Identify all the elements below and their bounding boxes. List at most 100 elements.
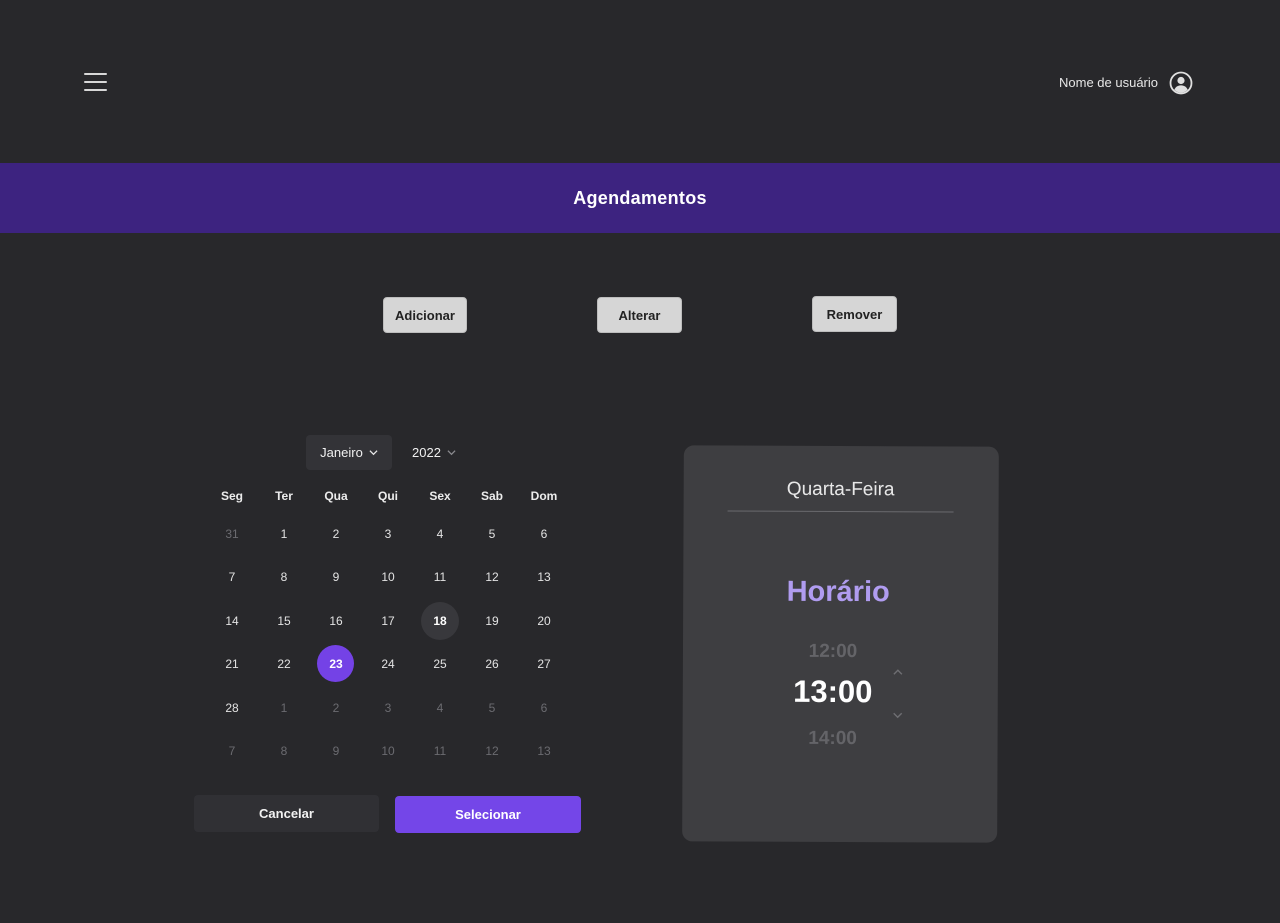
month-select[interactable]: Janeiro: [306, 435, 392, 470]
calendar-day-today[interactable]: 18: [414, 601, 466, 640]
calendar-day-number: 11: [433, 744, 447, 759]
calendar-day[interactable]: 3: [362, 515, 414, 553]
calendar-day[interactable]: 5: [466, 689, 518, 727]
calendar-day-number: 4: [436, 700, 444, 715]
next-time-option[interactable]: 14:00: [783, 728, 883, 750]
calendar-day[interactable]: 12: [466, 732, 518, 770]
select-button[interactable]: Selecionar: [395, 796, 581, 833]
calendar-day[interactable]: 28: [206, 689, 258, 727]
calendar-day-number: 17: [381, 613, 395, 628]
calendar-day[interactable]: 13: [518, 558, 570, 596]
year-select[interactable]: 2022: [404, 435, 464, 470]
calendar-day[interactable]: 16: [310, 602, 362, 640]
cancel-button[interactable]: Cancelar: [194, 795, 379, 832]
calendar-day-number: 7: [228, 570, 236, 585]
calendar-day[interactable]: 19: [466, 602, 518, 640]
calendar-day[interactable]: 27: [518, 645, 570, 683]
calendar-day[interactable]: 25: [414, 645, 466, 683]
calendar-week-row: 28 1 2 3 4 5 6: [206, 686, 570, 730]
chevron-up-icon[interactable]: [891, 667, 905, 677]
weekday-label: Seg: [220, 489, 243, 503]
user-name[interactable]: Nome de usuário: [1059, 75, 1158, 90]
calendar-day[interactable]: 5: [466, 515, 518, 553]
chevron-down-icon: [369, 450, 378, 456]
chevron-down-icon: [447, 450, 456, 456]
calendar-day[interactable]: 12: [466, 558, 518, 596]
calendar-day-number: 21: [225, 657, 239, 672]
calendar-day-number: 25: [433, 657, 447, 672]
calendar-day-number: 7: [228, 744, 236, 759]
calendar-day-number: 4: [436, 526, 444, 541]
calendar-day-number: 2: [332, 526, 340, 541]
calendar-day[interactable]: 14: [206, 602, 258, 640]
calendar-day[interactable]: 2: [310, 689, 362, 727]
weekday-label: Qua: [324, 489, 348, 503]
calendar-day[interactable]: 7: [206, 732, 258, 770]
calendar-day[interactable]: 13: [518, 732, 570, 770]
calendar-day[interactable]: 4: [414, 515, 466, 553]
weekday-label: Sab: [480, 489, 503, 503]
calendar-week-row: 14 15 16 17 18 19 20: [206, 599, 570, 643]
calendar-day-number: 13: [537, 570, 551, 585]
hamburger-menu-icon[interactable]: [84, 73, 107, 93]
calendar-day[interactable]: 10: [362, 558, 414, 596]
calendar-day-selected[interactable]: 23: [310, 645, 362, 683]
title-bar: Agendamentos: [0, 163, 1280, 233]
month-select-value: Janeiro: [320, 445, 363, 460]
calendar-day-number: 13: [537, 744, 551, 759]
calendar-day[interactable]: 3: [362, 689, 414, 727]
previous-time-option[interactable]: 12:00: [783, 641, 883, 663]
calendar-day-number: 12: [485, 744, 499, 759]
calendar-day[interactable]: 4: [414, 689, 466, 727]
calendar-day[interactable]: 6: [518, 689, 570, 727]
calendar-week-row: 31 1 2 3 4 5 6: [206, 512, 570, 556]
weekday-label: Ter: [275, 489, 293, 503]
calendar-week-row: 21 22 23 24 25 26 27: [206, 643, 570, 687]
calendar-day-number: 11: [433, 570, 447, 585]
calendar-day-number: 31: [225, 526, 239, 541]
calendar-day[interactable]: 7: [206, 558, 258, 596]
calendar-day[interactable]: 24: [362, 645, 414, 683]
calendar-day-number: 10: [381, 744, 395, 759]
calendar-day-number: 3: [384, 700, 392, 715]
calendar-day[interactable]: 1: [258, 689, 310, 727]
calendar-day[interactable]: 17: [362, 602, 414, 640]
calendar-day-number: 24: [381, 657, 395, 672]
user-circle-icon[interactable]: [1169, 71, 1193, 95]
calendar-day[interactable]: 11: [414, 558, 466, 596]
calendar-week-row: 7 8 9 10 11 12 13: [206, 730, 570, 774]
calendar-day[interactable]: 22: [258, 645, 310, 683]
edit-button[interactable]: Alterar: [597, 297, 682, 333]
calendar-day-number: 1: [280, 700, 288, 715]
calendar-day-number: 6: [540, 526, 548, 541]
remove-button[interactable]: Remover: [812, 296, 897, 332]
weekday-label: Dom: [530, 489, 558, 503]
calendar-day[interactable]: 20: [518, 602, 570, 640]
day-name: Quarta-Feira: [727, 478, 954, 513]
chevron-down-icon[interactable]: [891, 710, 905, 720]
calendar-day[interactable]: 8: [258, 558, 310, 596]
add-button[interactable]: Adicionar: [383, 297, 467, 333]
calendar-day-number: 28: [225, 700, 239, 715]
calendar-day-number: 10: [381, 570, 395, 585]
time-picker-card: Quarta-Feira Horário 12:00 13:00 14:00: [682, 445, 999, 843]
calendar-day-number: 14: [225, 613, 239, 628]
calendar-day[interactable]: 8: [258, 732, 310, 770]
page-title: Agendamentos: [573, 187, 707, 208]
calendar-day[interactable]: 6: [518, 515, 570, 553]
calendar-day[interactable]: 31: [206, 515, 258, 553]
calendar-day[interactable]: 1: [258, 515, 310, 553]
calendar-day[interactable]: 26: [466, 645, 518, 683]
calendar-day[interactable]: 21: [206, 645, 258, 683]
weekday-label: Qui: [378, 489, 398, 503]
calendar-day[interactable]: 10: [362, 732, 414, 770]
calendar-day-number: 2: [332, 700, 340, 715]
calendar-day-number: 9: [332, 744, 340, 759]
calendar-day[interactable]: 9: [310, 558, 362, 596]
calendar-day-number: 20: [537, 613, 551, 628]
calendar-day[interactable]: 11: [414, 732, 466, 770]
calendar-day[interactable]: 15: [258, 602, 310, 640]
calendar-day[interactable]: 2: [310, 515, 362, 553]
calendar-day[interactable]: 9: [310, 732, 362, 770]
current-time-value[interactable]: 13:00: [773, 674, 893, 711]
